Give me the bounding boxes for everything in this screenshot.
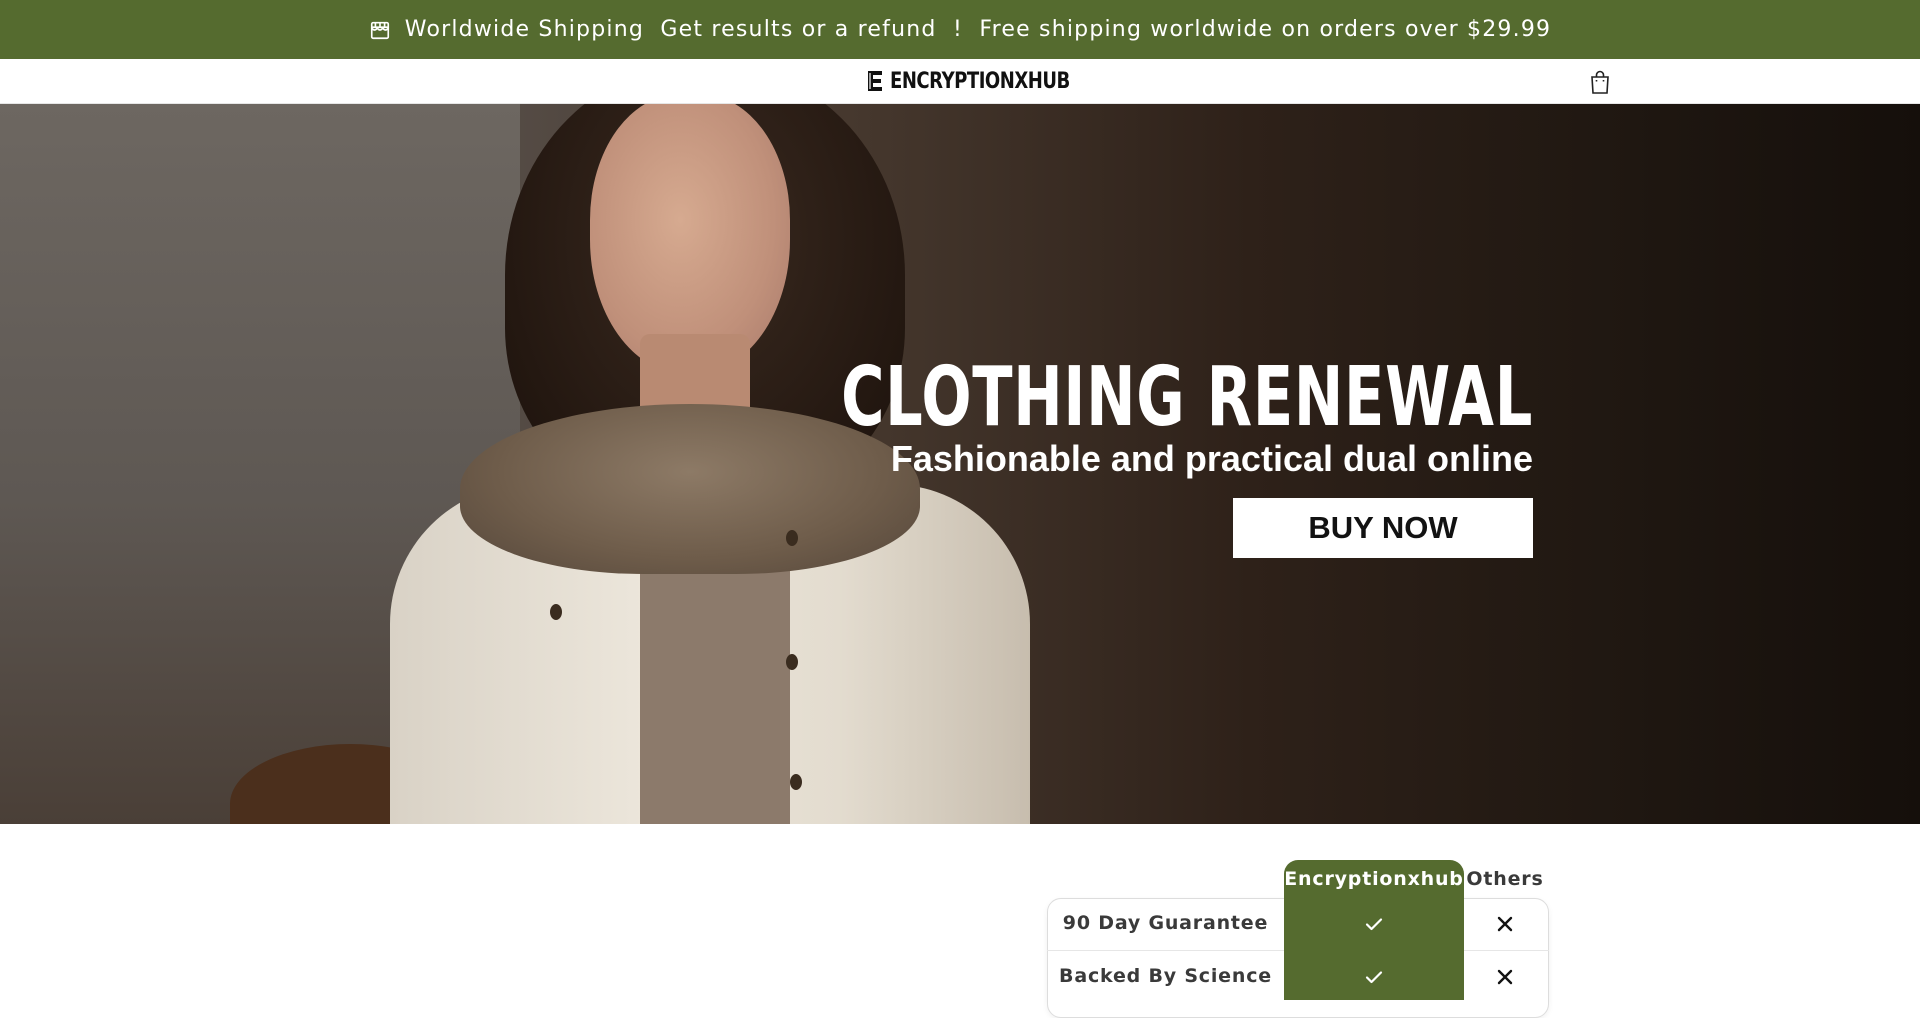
shopping-bag-icon[interactable] (1588, 69, 1612, 95)
logo-text: ENCRYPTIONXHUB (890, 68, 1070, 94)
logo-mark-icon (868, 71, 882, 91)
comparison-others-header: Others (1466, 868, 1544, 890)
announcement-bar: Worldwide Shipping Get results or a refu… (0, 0, 1920, 59)
jacket-button (550, 604, 562, 620)
jacket-button (786, 530, 798, 546)
site-logo[interactable]: ENCRYPTIONXHUB (866, 67, 1109, 95)
check-icon (1365, 918, 1383, 931)
store-icon (370, 21, 389, 39)
buy-now-button[interactable]: BUY NOW (1233, 498, 1533, 558)
announcement-free-shipping: Free shipping worldwide on orders over $… (979, 17, 1552, 42)
comparison-row-label: Backed By Science (1059, 965, 1272, 987)
check-icon (1365, 971, 1383, 984)
x-icon (1497, 916, 1513, 932)
announcement-shipping: Worldwide Shipping (404, 17, 644, 42)
hero-title: CLOTHING RENEWAL (841, 350, 1533, 445)
site-header: ENCRYPTIONXHUB (0, 59, 1920, 104)
jacket-button (786, 654, 798, 670)
comparison-section: Encryptionxhub Others 90 Day Guarantee B… (0, 824, 1920, 1018)
jacket-button (790, 774, 802, 790)
comparison-row-label: 90 Day Guarantee (1062, 912, 1269, 934)
hero-copy: CLOTHING RENEWAL Fashionable and practic… (572, 355, 1533, 479)
x-icon (1497, 969, 1513, 985)
announcement-refund: Get results or a refund ! (660, 17, 963, 42)
comparison-brand-header: Encryptionxhub (1284, 868, 1464, 890)
hero-subtitle: Fashionable and practical dual online (890, 438, 1533, 479)
